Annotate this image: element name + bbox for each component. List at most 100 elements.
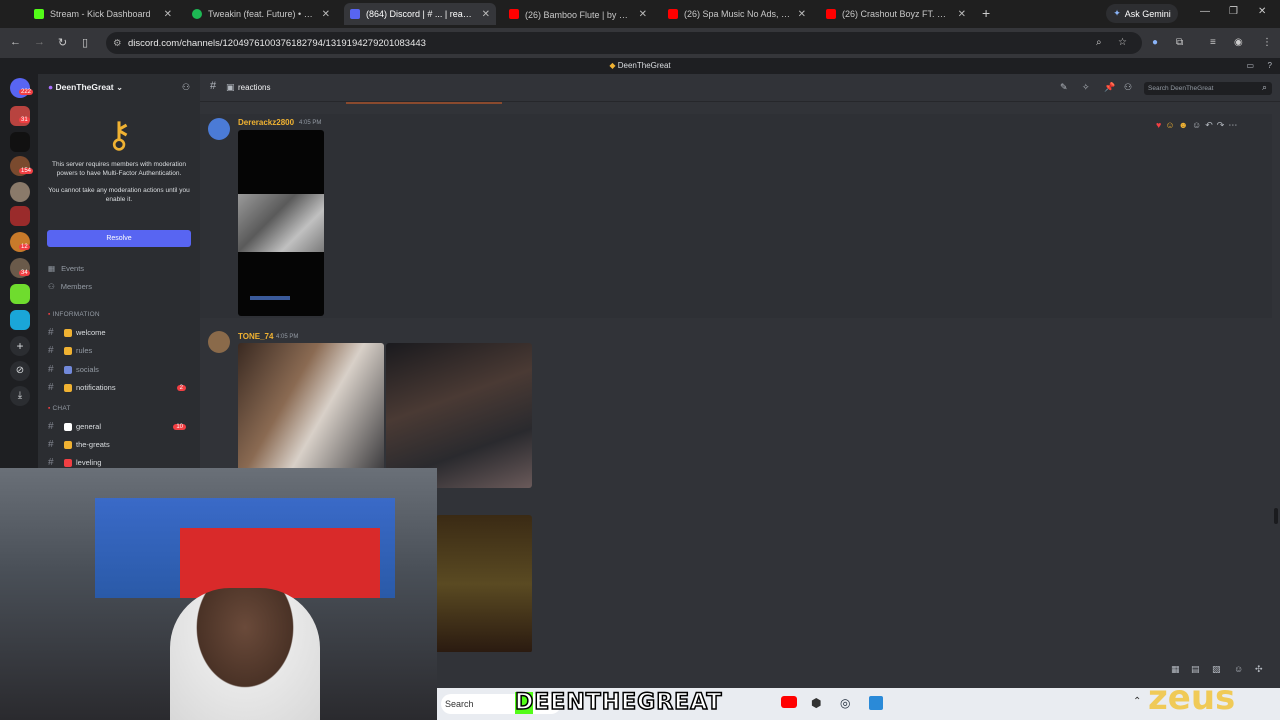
hashtag-icon: # [48,439,54,450]
back-icon[interactable]: ← [10,36,21,48]
heart-reaction-icon[interactable]: ♥ [1156,120,1161,131]
resolve-button[interactable]: Resolve [47,230,191,247]
channel-rules[interactable]: # rules [48,345,194,356]
message: Dererackz2800 4:05 PM ♥ ☺ ☻ ☺ ↶ ↷ ⋯ [200,114,1272,318]
help-icon[interactable]: ? [1268,58,1272,74]
message-image[interactable] [238,130,324,316]
restore-icon[interactable]: ❐ [1229,6,1238,17]
channel-title: reactions [238,83,271,92]
apps-icon[interactable]: ✣ [1255,664,1263,675]
new-tab-button[interactable]: + [982,5,990,21]
events-link[interactable]: ▦ Events [48,264,84,273]
category-information[interactable]: ▪ INFORMATION [48,311,100,318]
sidebar-icon[interactable]: ▯ [82,36,88,49]
site-info-icon[interactable]: ⚙ [113,38,122,49]
hashtag-icon: # [48,421,54,432]
laugh-reaction-icon[interactable]: ☻ [1179,120,1188,131]
close-icon[interactable]: ✕ [639,9,647,20]
search-input[interactable]: Search DeenTheGreat [1144,82,1272,95]
menu-icon[interactable]: ⋮ [1262,37,1272,48]
close-icon[interactable]: ✕ [164,9,172,20]
close-icon[interactable]: ✕ [958,9,966,20]
mention-badge: 2 [176,384,186,391]
channel-header: # ▣ reactions ✎ ✧ 📌 ⚇ Search DeenTheGrea… [200,74,1280,102]
gift-icon[interactable]: ▦ [1171,664,1180,675]
channel-leveling[interactable]: # leveling [48,457,194,468]
media-icon[interactable]: ≡ [1210,37,1216,48]
server-icon: ● [48,82,54,92]
url-field[interactable]: ⚙ discord.com/channels/12049761003761827… [106,32,1142,54]
notifications-icon[interactable]: ✧ [1082,82,1090,93]
add-server-icon[interactable]: + [10,336,30,356]
reply-icon[interactable]: ↶ [1205,120,1213,131]
server-icon[interactable] [10,310,30,330]
server-icon[interactable] [10,284,30,304]
members-link[interactable]: ⚇ Members [48,282,92,291]
hashtag-icon: # [48,345,54,356]
member-list-icon[interactable]: ⚇ [1124,82,1132,93]
server-icon[interactable] [10,106,30,126]
threads-icon[interactable]: ✎ [1060,82,1068,93]
message-image[interactable] [386,343,532,488]
message-author[interactable]: Dererackz2800 [238,118,294,127]
laugh-reaction-icon[interactable]: ☺ [1165,120,1174,131]
zoom-icon[interactable]: ⌕ [1096,37,1102,48]
steam-icon[interactable]: ◎ [840,696,850,710]
forward-icon[interactable]: → [34,36,45,48]
sticker-icon[interactable]: ▧ [1212,664,1221,675]
category-chat[interactable]: ▪ CHAT [48,405,71,412]
server-name-button[interactable]: ● DeenTheGreat ⌄ [48,82,123,93]
kick-icon [34,9,44,19]
app-icon[interactable]: ⬢ [811,696,821,710]
tab-spotify[interactable]: Tweakin (feat. Future) • Doe Bo ✕ [186,3,336,25]
message-image[interactable] [436,515,532,653]
close-icon[interactable]: ✕ [798,9,806,20]
discover-icon[interactable]: ⊘ [10,361,30,381]
message-author[interactable]: TONE_74 [238,332,273,341]
download-icon[interactable]: ⤓ [10,386,30,406]
server-icon[interactable] [10,206,30,226]
forward-icon[interactable]: ↷ [1217,120,1225,131]
tab-youtube-crashout[interactable]: (26) Crashout Boyz FT. Ralfy- 1 ✕ [820,3,972,25]
extension-icon[interactable]: ● [1152,37,1158,48]
add-reaction-icon[interactable]: ☺ [1192,120,1201,131]
close-window-icon[interactable]: ✕ [1258,6,1266,17]
app-icon[interactable] [869,696,883,710]
message-image[interactable] [238,343,384,488]
close-icon[interactable]: ✕ [482,9,490,20]
bookmark-icon[interactable]: ☆ [1118,37,1127,48]
tab-youtube-spa[interactable]: (26) Spa Music No Ads, Relax M ✕ [662,3,812,25]
invite-people-icon[interactable]: ⚇ [182,82,190,93]
close-icon[interactable]: ✕ [322,9,330,20]
server-icon[interactable] [10,132,30,152]
tab-kick-dashboard[interactable]: Stream - Kick Dashboard ✕ [28,3,178,25]
channel-general[interactable]: # general 10 [48,421,194,432]
minimize-icon[interactable]: — [1200,6,1210,17]
extensions-puzzle-icon[interactable]: ⧉ [1176,37,1183,48]
gemini-icon: ✦ [1113,8,1121,18]
channel-socials[interactable]: # socials [48,364,194,375]
chevron-up-icon[interactable]: ⌃ [1133,696,1141,707]
mention-badge: 10 [173,423,186,430]
emoji-icon[interactable]: ☺ [1234,664,1243,674]
tab-youtube-bamboo[interactable]: (26) Bamboo Flute | by 陳悅 - Y ✕ [503,3,653,25]
gif-icon[interactable]: ▤ [1191,664,1200,675]
channel-welcome[interactable]: # welcome [48,327,194,338]
inbox-icon[interactable]: ▭ [1246,58,1254,74]
profile-icon[interactable]: ◉ [1234,37,1243,48]
channel-notifications[interactable]: # notifications 2 [48,382,194,393]
avatar[interactable] [208,331,230,353]
reload-icon[interactable]: ↻ [58,36,67,49]
hashtag-icon: # [48,327,54,338]
channel-the-greats[interactable]: # the-greats [48,439,194,450]
more-icon[interactable]: ⋯ [1228,120,1237,131]
avatar[interactable] [208,118,230,140]
pin-icon[interactable]: 📌 [1104,82,1115,93]
ask-gemini-button[interactable]: ✦ Ask Gemini [1106,4,1178,23]
server-icon[interactable] [10,182,30,202]
youtube-icon[interactable] [781,696,797,708]
tab-discord[interactable]: (864) Discord | # ... | reactions ✕ [344,3,496,25]
browser-tab-bar: Stream - Kick Dashboard ✕ Tweakin (feat.… [0,0,1280,28]
direct-messages-icon[interactable] [10,78,30,98]
scrollbar[interactable] [1274,508,1278,524]
